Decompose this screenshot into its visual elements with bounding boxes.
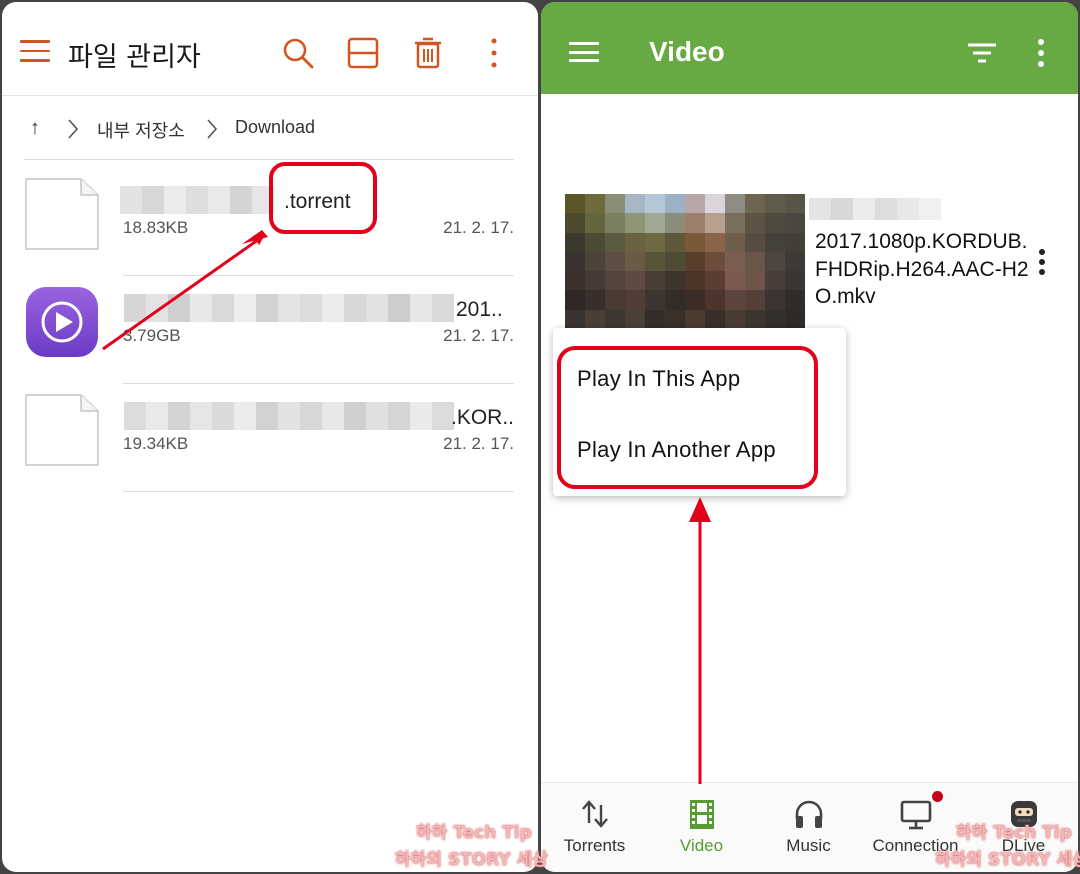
file-size: 18.83KB [123, 218, 189, 237]
ninja-mascot-icon [1010, 801, 1037, 827]
highlight-box [557, 346, 818, 489]
file-row[interactable]: 201.. 3.79GB 21. 2. 17. [2, 276, 538, 384]
nav-tab-dlive[interactable]: DLive [969, 783, 1078, 872]
more-options-icon[interactable] [477, 36, 511, 70]
chevron-right-icon [207, 119, 218, 139]
nav-tab-torrents[interactable]: Torrents [541, 783, 648, 872]
menu-icon[interactable] [20, 40, 50, 66]
video-thumbnail[interactable] [565, 194, 805, 329]
notification-dot [932, 791, 943, 802]
file-manager-toolbar: 파일 관리자 [2, 2, 538, 96]
nav-label: Connection [872, 836, 959, 855]
video-options-icon[interactable] [1036, 248, 1048, 276]
app-toolbar: Video [541, 2, 1078, 94]
file-size: 19.34KB [123, 434, 189, 453]
redacted-video-title [809, 198, 941, 220]
video-filename: 2017.1080p.KORDUB.FHDRip.H264.AAC-H2O.mk… [815, 230, 1029, 308]
nav-label: Torrents [563, 836, 626, 855]
more-options-icon[interactable] [1035, 38, 1047, 68]
headphones-icon [795, 800, 822, 828]
nav-label: DLive [1001, 836, 1046, 855]
transfer-arrows-icon [581, 800, 608, 828]
film-strip-icon [689, 800, 714, 829]
redacted-filename [124, 294, 454, 322]
redacted-filename [120, 186, 274, 214]
file-name: .torrent [284, 190, 351, 213]
file-name: .KOR.. [451, 406, 515, 429]
file-name: 201.. [456, 298, 503, 321]
video-player-icon [26, 287, 98, 357]
divider [123, 491, 514, 492]
page-title: Video [649, 36, 725, 67]
file-date: 21. 2. 17. [443, 326, 514, 345]
divider [24, 159, 514, 160]
torrent-app-panel: Video 2017.1080p.KORDUB.FHDRip.H264.AAC-… [541, 2, 1078, 872]
up-arrow-icon[interactable]: ↑ [30, 117, 40, 140]
file-size: 3.79GB [123, 326, 181, 345]
file-row[interactable]: .torrent 18.83KB 21. 2. 17. [2, 168, 538, 276]
monitor-icon [900, 800, 931, 830]
filter-icon[interactable] [967, 42, 997, 64]
file-icon [25, 178, 99, 250]
chevron-right-icon [68, 119, 79, 139]
trash-icon[interactable] [411, 36, 445, 70]
breadcrumb: ↑ 내부 저장소 Download [2, 114, 538, 144]
file-row[interactable]: .KOR.. 19.34KB 21. 2. 17. [2, 384, 538, 492]
screenshot-stage: 파일 관리자 ↑ 내부 저장소 Download .torrent 18.83K… [0, 0, 1080, 874]
split-view-icon[interactable] [346, 36, 380, 70]
file-date: 21. 2. 17. [443, 218, 514, 237]
nav-label: Music [786, 836, 831, 855]
file-manager-panel: 파일 관리자 ↑ 내부 저장소 Download .torrent 18.83K… [2, 2, 538, 872]
nav-tab-music[interactable]: Music [755, 783, 862, 872]
file-icon [25, 394, 99, 466]
nav-tab-connection[interactable]: Connection [862, 783, 969, 872]
page-title: 파일 관리자 [68, 42, 201, 73]
file-date: 21. 2. 17. [443, 434, 514, 453]
nav-tab-video[interactable]: Video [648, 783, 755, 872]
play-options-menu: Play In This App Play In Another App [553, 328, 846, 496]
menu-icon[interactable] [569, 42, 599, 64]
search-icon[interactable] [281, 36, 315, 70]
bottom-navigation: Torrents Video Music Connection DLive [541, 782, 1078, 872]
breadcrumb-root[interactable]: 내부 저장소 [97, 117, 185, 143]
nav-label: Video [679, 836, 724, 855]
redacted-filename [124, 402, 454, 430]
breadcrumb-folder[interactable]: Download [235, 117, 315, 138]
